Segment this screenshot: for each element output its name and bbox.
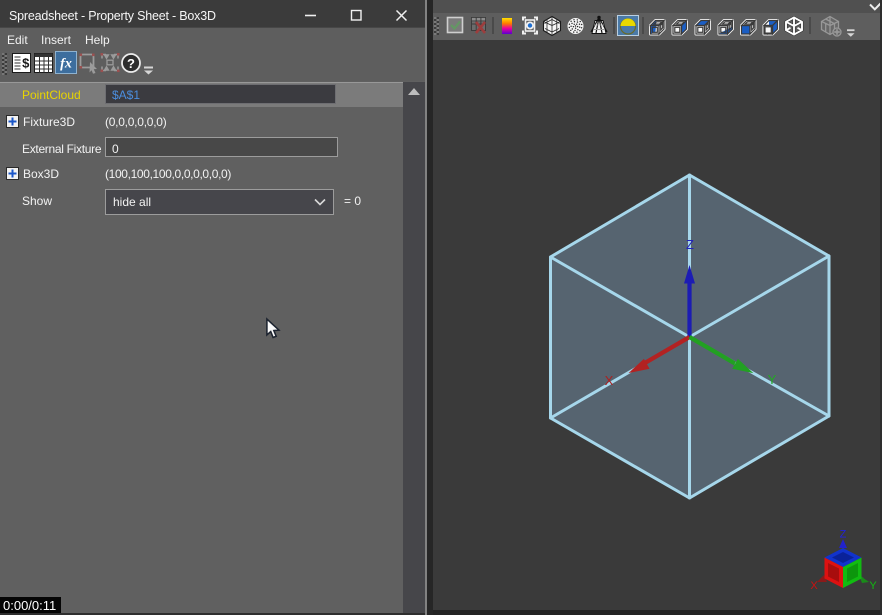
svg-text:Y: Y bbox=[869, 580, 877, 592]
svg-text:X: X bbox=[605, 373, 614, 388]
svg-text:X: X bbox=[810, 580, 818, 592]
svg-text:Z: Z bbox=[840, 529, 847, 541]
svg-text:$: $ bbox=[22, 56, 30, 71]
svg-text:fx: fx bbox=[60, 57, 72, 72]
svg-text:Z: Z bbox=[686, 237, 694, 252]
svg-text:Y: Y bbox=[768, 372, 777, 387]
svg-text:?: ? bbox=[127, 56, 135, 71]
